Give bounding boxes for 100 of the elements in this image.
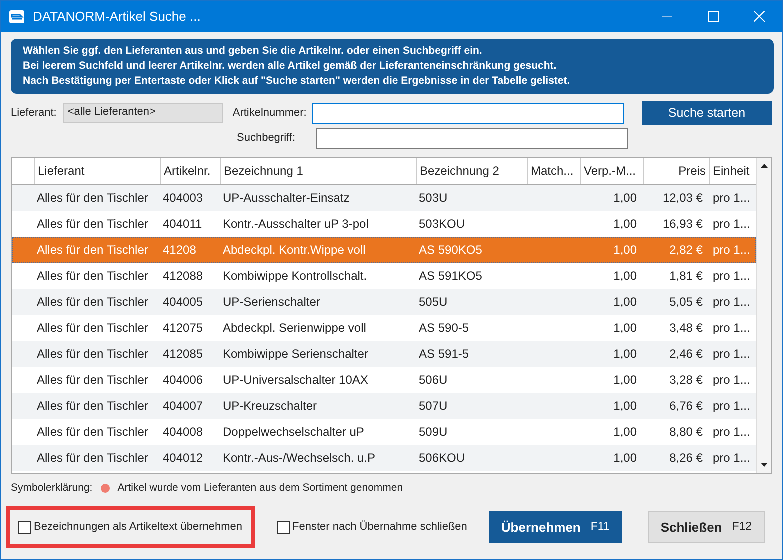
search-term-field[interactable]: [316, 128, 628, 148]
column-header[interactable]: Verp.-M...: [580, 158, 643, 184]
search-term-label: Suchbegriff:: [237, 132, 297, 144]
table-cell-text: 1,00: [612, 372, 638, 389]
table-cell-text: Alles für den Tischler: [36, 190, 150, 207]
table-cell-text: 503KOU: [418, 216, 466, 233]
table-cell-text: 8,80 €: [668, 424, 704, 441]
table-cell-text: 404003: [162, 190, 204, 207]
table-cell-text: UP-Serienschalter: [222, 294, 322, 311]
table-cell-text: 404006: [162, 372, 204, 389]
table-cell-text: 1,00: [612, 450, 638, 467]
window-title: DATANORM-Artikel Suche ...: [33, 9, 202, 24]
table-cell-text: pro 1...: [712, 294, 752, 311]
table-cell-text: AS 591-5: [418, 346, 470, 363]
scrollbar[interactable]: [756, 158, 771, 473]
info-text: Nach Bestätigung per Entertaste oder Klick auf "Suche starten" werden die Ergebnisse in der Tabelle gelistet.: [23, 74, 572, 89]
table-cell-text: pro 1...: [712, 346, 752, 363]
table-cell-text: pro 1...: [712, 190, 752, 207]
table-cell-text: 41208: [162, 242, 198, 259]
table-cell-text: 5,05 €: [668, 294, 704, 311]
column-header[interactable]: Preis: [643, 158, 709, 184]
table-cell-text: 1,00: [612, 320, 638, 337]
table-cell-text: pro 1...: [712, 372, 752, 389]
table-cell-text: Abdeckpl. Serienwippe voll: [222, 320, 368, 337]
table-cell-text: 404008: [162, 424, 204, 441]
table-row[interactable]: Alles für den Tischler 404007 UP-Kreuzschalter 507U 1,00 6,76 € pro 1...: [12, 393, 756, 419]
info-text: Wählen Sie ggf. den Lieferanten aus und geben Sie die Artikelnr. oder einen Suchbegriff ein.: [23, 44, 484, 59]
table-cell-text: Abdeckpl. Kontr.Wippe voll: [222, 242, 367, 259]
table-cell-text: Kombiwippe Kontrollschalt.: [222, 268, 368, 285]
table-cell-text: Doppelwechselschalter uP: [222, 424, 366, 441]
table-cell-text: 1,00: [612, 268, 638, 285]
table-row[interactable]: Alles für den Tischler 404003 UP-Ausschalter-Einsatz 503U 1,00 12,03 € pro 1...: [12, 185, 756, 211]
close-button[interactable]: Schließen F12: [648, 511, 766, 543]
table-cell-text: 1,00: [612, 424, 638, 441]
table-cell-text: Alles für den Tischler: [36, 268, 150, 285]
table-cell-text: UP-Ausschalter-Einsatz: [222, 190, 351, 207]
table-cell-text: 1,00: [612, 190, 638, 207]
app-icon: [9, 10, 25, 24]
table-cell-text: pro 1...: [712, 424, 752, 441]
supplier-label: Lieferant:: [11, 107, 57, 119]
checkbox-label[interactable]: Fenster nach Übernahme schließen: [292, 521, 468, 533]
table-cell-text: 505U: [418, 294, 449, 311]
table-cell-text: pro 1...: [712, 320, 752, 337]
checkbox[interactable]: [18, 520, 31, 534]
table-cell-text: 8,26 €: [668, 450, 704, 467]
column-header[interactable]: Bezeichnung 2: [416, 158, 527, 184]
table-cell-text: 506KOU: [418, 450, 466, 467]
table-cell-text: 412088: [162, 268, 204, 285]
supplier-dropdown[interactable]: <alle Lieferanten>: [62, 103, 223, 123]
table-cell-text: Alles für den Tischler: [36, 450, 150, 467]
table-cell-text: pro 1...: [712, 216, 752, 233]
table-row[interactable]: Alles für den Tischler 404005 UP-Serienschalter 505U 1,00 5,05 € pro 1...: [12, 289, 756, 315]
table-cell-text: UP-Kreuzschalter: [222, 398, 318, 415]
table-cell-text: Alles für den Tischler: [36, 320, 150, 337]
table-cell-text: 1,00: [612, 346, 638, 363]
column-header[interactable]: Lieferant: [34, 158, 160, 184]
table-cell-text: 3,28 €: [668, 372, 704, 389]
table-cell-text: Alles für den Tischler: [36, 424, 150, 441]
table-cell-text: 1,81 €: [668, 268, 704, 285]
table-cell-text: pro 1...: [712, 242, 752, 259]
table-cell-text: Alles für den Tischler: [36, 398, 150, 415]
table-cell-text: AS 590-5: [418, 320, 470, 337]
table-cell-text: 503U: [418, 190, 449, 207]
checkbox-label[interactable]: Bezeichnungen als Artikeltext übernehmen: [34, 521, 243, 533]
table-cell-text: 404012: [162, 450, 204, 467]
table-cell-text: pro 1...: [712, 268, 752, 285]
column-header[interactable]: Match...: [527, 158, 580, 184]
table-cell-text: 506U: [418, 372, 449, 389]
table-cell-text: Alles für den Tischler: [36, 294, 150, 311]
table-cell-text: Kontr.-Aus-/Wechselsch. u.P: [222, 450, 377, 467]
table-cell-text: 2,46 €: [668, 346, 704, 363]
article-number-field[interactable]: [312, 102, 624, 124]
table-row[interactable]: Alles für den Tischler 404012 Kontr.-Aus-/Wechselsch. u.P 506KOU 1,00 8,26 € pro 1...: [12, 445, 756, 471]
table-cell-text: Alles für den Tischler: [36, 216, 150, 233]
table-cell-text: AS 591KO5: [418, 268, 484, 285]
column-header[interactable]: Artikelnr.: [160, 158, 220, 184]
table-cell-text: UP-Universalschalter 10AX: [222, 372, 370, 389]
table-cell-text: 6,76 €: [668, 398, 704, 415]
table-cell-text: 12,03 €: [662, 190, 704, 207]
table-cell-text: pro 1...: [712, 398, 752, 415]
search-button[interactable]: Suche starten: [642, 101, 772, 125]
checkbox[interactable]: [276, 520, 290, 534]
info-text: Bei leerem Suchfeld und leerer Artikelnr. werden alle Artikel gemäß der Lieferanteneinschränkung gesucht.: [23, 59, 558, 74]
table-row[interactable]: Alles für den Tischler 412085 Kombiwippe Serienschalter AS 591-5 1,00 2,46 € pro 1...: [12, 341, 756, 367]
table-cell-text: Alles für den Tischler: [36, 346, 150, 363]
table-cell-text: 1,00: [612, 398, 638, 415]
table-cell-text: 412085: [162, 346, 204, 363]
table-cell-text: pro 1...: [712, 450, 752, 467]
table-cell-text: 2,82 €: [668, 242, 704, 259]
table-cell-text: 404005: [162, 294, 204, 311]
table-cell-text: 1,00: [612, 294, 638, 311]
table-cell-text: Kombiwippe Serienschalter: [222, 346, 370, 363]
table-cell-text: 1,00: [612, 242, 638, 259]
table-cell-text: 509U: [418, 424, 449, 441]
table-cell-text: Alles für den Tischler: [36, 242, 150, 259]
apply-button[interactable]: Übernehmen F11: [489, 511, 622, 543]
table-cell-text: 412075: [162, 320, 204, 337]
table-cell-text: 404011: [162, 216, 204, 233]
column-header[interactable]: Bezeichnung 1: [220, 158, 416, 184]
table-cell-text: 3,48 €: [668, 320, 704, 337]
